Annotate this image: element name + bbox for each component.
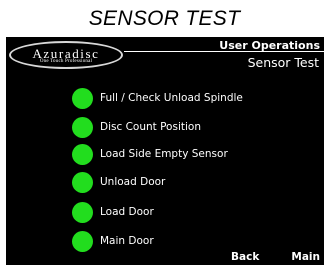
sensor-status-indicator [72,231,93,252]
sensor-row-full-check-unload-spindle: Full / Check Unload Spindle [72,88,312,110]
sensor-status-indicator [72,202,93,223]
sensor-row-load-door: Load Door [72,202,312,224]
sensor-row-unload-door: Unload Door [72,172,312,194]
sensor-status-indicator [72,172,93,193]
sensor-label: Unload Door [100,176,166,188]
back-button[interactable]: Back [231,251,259,263]
main-button[interactable]: Main [291,251,320,263]
sensor-status-indicator [72,88,93,109]
sensor-row-load-side-empty-sensor: Load Side Empty Sensor [72,144,312,166]
sensor-list: Full / Check Unload Spindle Disc Count P… [6,37,324,265]
page-title: SENSOR TEST [88,7,241,30]
sensor-label: Load Side Empty Sensor [100,148,228,160]
sensor-row-disc-count-position: Disc Count Position [72,117,312,139]
sensor-row-main-door: Main Door [72,231,312,253]
sensor-status-indicator [72,144,93,165]
sensor-label: Main Door [100,235,154,247]
sensor-label: Disc Count Position [100,121,201,133]
sensor-label: Full / Check Unload Spindle [100,92,243,104]
sensor-status-indicator [72,117,93,138]
device-screen: Azuradisc One Touch Professional User Op… [6,37,324,265]
sensor-label: Load Door [100,206,154,218]
